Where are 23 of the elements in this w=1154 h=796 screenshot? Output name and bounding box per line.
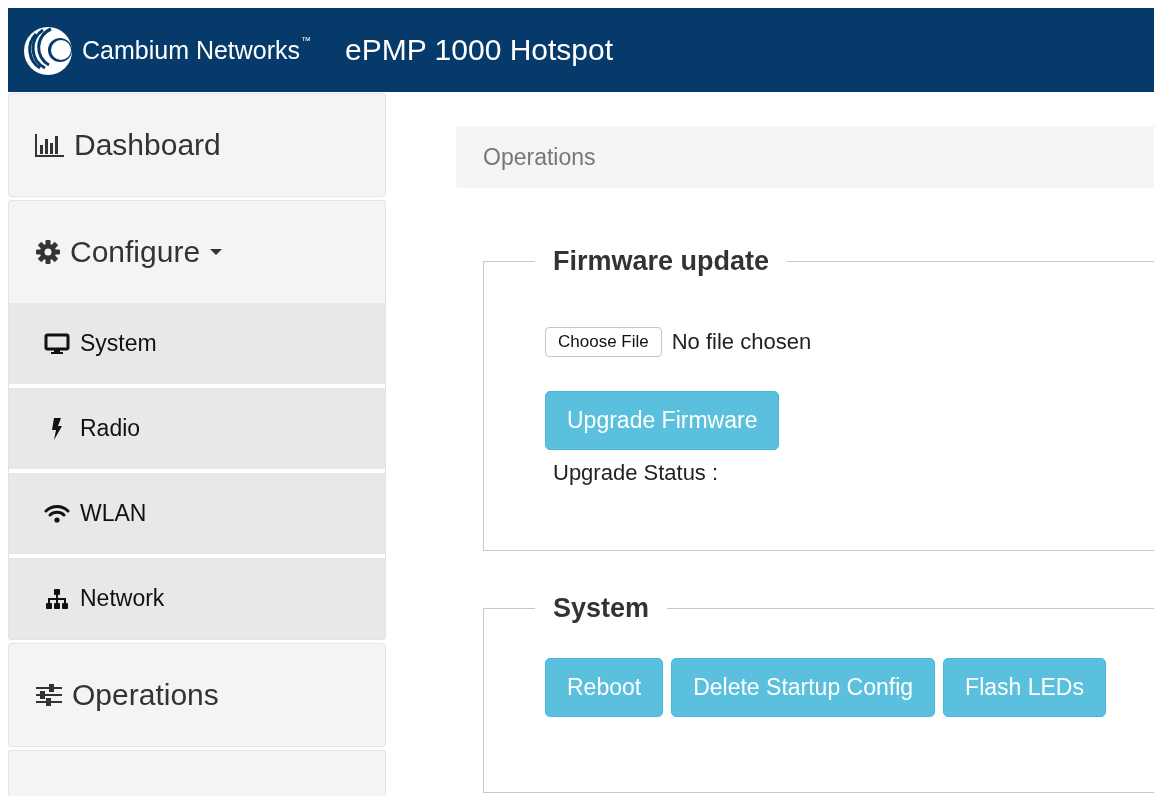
choose-file-button[interactable]: Choose File — [545, 327, 662, 357]
logo-icon — [22, 24, 74, 76]
sitemap-icon — [45, 587, 69, 610]
section-title: System — [552, 593, 651, 624]
app-title: ePMP 1000 Hotspot — [345, 33, 614, 67]
sidebar-item[interactable]: Dashboard — [9, 94, 385, 196]
monitor-icon — [44, 332, 70, 355]
wifi-icon — [44, 503, 70, 524]
breadcrumb-text: Operations — [483, 143, 596, 171]
sliders-icon — [35, 684, 63, 706]
submenu-item[interactable]: WLAN — [9, 473, 385, 558]
brand-name: Cambium Networks — [82, 35, 301, 65]
submenu-item[interactable]: Network — [9, 558, 385, 639]
trademark-sign: ™ — [301, 35, 312, 46]
sidebar-item[interactable]: Operations — [9, 644, 385, 746]
submenu-item[interactable]: System — [9, 303, 385, 388]
status-label: Upgrade Status : — [553, 460, 720, 486]
submenu-item[interactable]: Radio — [9, 388, 385, 473]
lightning-icon — [51, 417, 63, 440]
file-status: No file chosen — [671, 329, 812, 355]
sidebar-item[interactable]: Configure — [9, 201, 385, 303]
section-title: Firmware update — [552, 246, 771, 277]
bar-chart-icon — [35, 133, 65, 157]
